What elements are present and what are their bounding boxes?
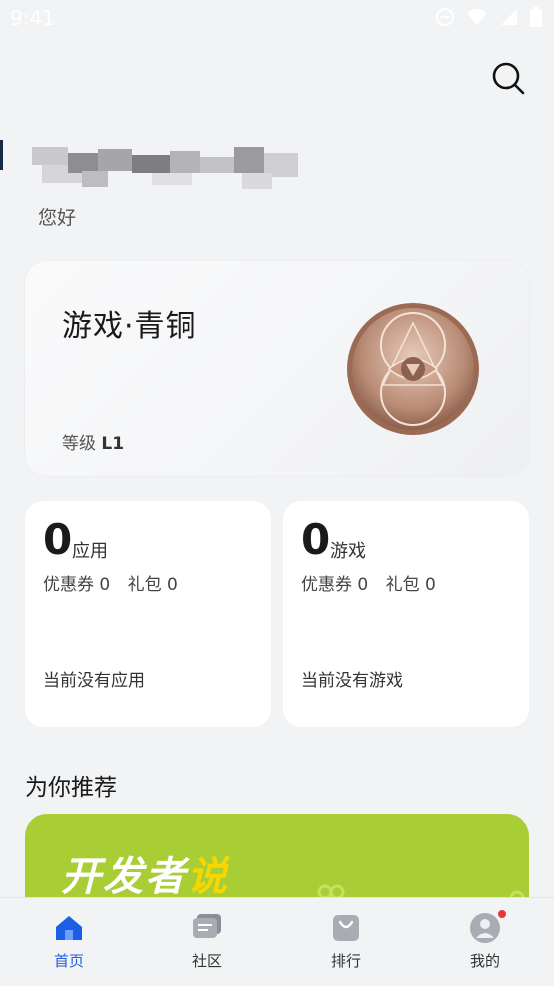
search-button[interactable] [490,60,530,100]
nav-community[interactable]: 社区 [167,912,247,971]
dnd-icon [436,8,454,26]
level-label: 等级 [62,434,96,454]
games-label: 游戏 [330,541,366,562]
games-empty-text: 当前没有游戏 [301,671,403,691]
apps-gift: 礼包 0 [127,575,178,595]
nav-ranking-label: 排行 [330,952,361,970]
greeting-text: 您好 [38,207,77,229]
apps-detail: 优惠券 0 礼包 0 [43,570,190,595]
nav-profile[interactable]: 我的 [445,910,525,971]
apps-empty-text: 当前没有应用 [43,671,145,691]
signal-icon [501,9,517,25]
search-icon [492,62,525,95]
nav-ranking[interactable]: 排行 [306,912,386,971]
games-coupon: 优惠券 0 [301,575,369,595]
nav-home[interactable]: 首页 [29,912,109,971]
bottom-nav: 首页 社区 排行 我的 [0,897,554,986]
user-header[interactable]: 您好 [0,135,554,235]
status-bar: 9:41 [0,0,554,38]
bronze-medal-icon [347,303,479,435]
nav-home-label: 首页 [53,952,84,970]
games-detail: 优惠券 0 礼包 0 [301,570,448,595]
status-icons [436,7,542,27]
apps-card[interactable]: 0 应用 优惠券 0 礼包 0 当前没有应用 [25,501,271,727]
battery-icon [530,7,542,27]
apps-count: 0 [43,515,73,564]
recommend-title: 为你推荐 [25,775,117,801]
avatar-edge [0,140,3,170]
bag-icon [330,912,362,944]
level-title: 游戏·青铜 [62,309,197,344]
nav-community-label: 社区 [191,952,222,970]
chat-icon [191,912,223,944]
level-info: 等级 L1 [62,429,124,454]
status-time: 9:41 [10,6,55,30]
games-count: 0 [301,515,331,564]
profile-icon [469,910,506,944]
nav-profile-label: 我的 [469,952,500,970]
wifi-icon [467,9,487,25]
notification-dot [498,910,506,918]
redacted-username [32,147,298,189]
games-gift: 礼包 0 [385,575,436,595]
level-card[interactable]: 游戏·青铜 等级 L1 [25,261,529,476]
apps-coupon: 优惠券 0 [43,575,111,595]
games-card[interactable]: 0 游戏 优惠券 0 礼包 0 当前没有游戏 [283,501,529,727]
home-icon [53,912,85,944]
level-value: L1 [101,434,125,454]
apps-label: 应用 [72,541,108,562]
